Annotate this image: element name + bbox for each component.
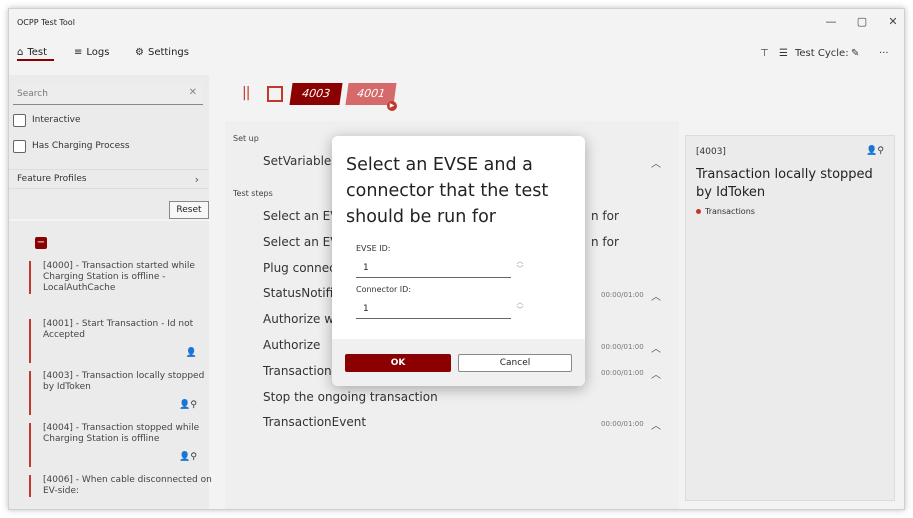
tab-logs[interactable]: ≡ Logs — [74, 47, 109, 58]
list-item[interactable]: [4003] - Transaction locally stopped by … — [29, 371, 215, 415]
close-button[interactable]: ✕ — [883, 15, 903, 28]
chevron-up-icon[interactable]: ︿ — [651, 288, 661, 303]
list-item-text: [4000] - Transaction started while Charg… — [43, 261, 195, 293]
list-item-text: [4006] - When cable disconnected on EV-s… — [43, 475, 212, 496]
test-cycle-label: Test Cycle: — [795, 48, 849, 59]
list-item[interactable]: [4006] - When cable disconnected on EV-s… — [29, 475, 215, 497]
chevron-up-icon[interactable]: ︿ — [651, 155, 661, 170]
chevron-up-icon[interactable]: ︿ — [651, 366, 661, 381]
person-plug-icon: 👤⚲ — [179, 452, 197, 462]
dialog-title: Select an EVSE and a connector that the … — [346, 155, 549, 227]
feature-profiles-row[interactable]: Feature Profiles › — [9, 169, 209, 189]
status-dot — [696, 209, 701, 214]
reset-button[interactable]: Reset — [169, 201, 209, 219]
test-step-suffix: n for — [591, 235, 619, 249]
stop-button[interactable] — [267, 86, 283, 102]
test-step: TransactionE — [263, 364, 340, 378]
list-item[interactable]: [4001] - Start Transaction - Id not Acce… — [29, 319, 215, 363]
checkbox[interactable] — [13, 139, 26, 153]
test-step: Select an EV — [263, 235, 339, 249]
evse-dialog: Select an EVSE and a connector that the … — [332, 136, 585, 386]
chevron-right-icon: › — [194, 172, 199, 186]
app-title: OCPP Test Tool — [17, 18, 75, 27]
test-tag[interactable]: 4003 — [289, 83, 343, 105]
list-item[interactable]: [4000] - Transaction started while Charg… — [29, 261, 215, 294]
category-label: Transactions — [705, 207, 755, 216]
cancel-button[interactable]: Cancel — [458, 354, 572, 372]
home-icon: ⌂ — [17, 47, 24, 58]
test-step: TransactionEvent — [263, 415, 367, 429]
connector-id-field[interactable]: 1 — [356, 299, 511, 319]
test-step: Select an EV — [263, 209, 339, 223]
setup-label: Set up — [233, 134, 259, 143]
title-bar: OCPP Test Tool — ▢ ✕ — [9, 9, 904, 39]
test-title: Transaction locally stopped by IdToken — [696, 167, 873, 200]
test-step: Stop the ongoing transaction — [263, 390, 438, 404]
test-category: Transactions — [696, 207, 755, 216]
step-timer: 00:00/01:00 — [601, 343, 644, 351]
test-step: StatusNotifi — [263, 286, 334, 300]
list-item-text: [4001] - Start Transaction - Id not Acce… — [43, 319, 194, 340]
connector-spinner-icon[interactable]: ︿ ﹀ — [515, 298, 525, 314]
person-plug-icon: 👤⚲ — [866, 146, 884, 156]
filter-icon[interactable]: ⊤ — [760, 48, 769, 59]
chevron-up-icon[interactable]: ︿ — [651, 340, 661, 355]
play-icon[interactable]: ▶ — [387, 101, 397, 111]
filter-label: Has Charging Process — [32, 141, 130, 151]
pause-button[interactable]: || — [242, 85, 251, 101]
test-step: Authorize w — [263, 312, 335, 326]
gear-icon: ⚙ — [135, 47, 144, 58]
tab-settings-label: Settings — [147, 47, 189, 58]
tab-settings[interactable]: ⚙ Settings — [135, 47, 189, 58]
app-window: OCPP Test Tool — ▢ ✕ ⌂ Test ≡ Logs ⚙ Set… — [8, 8, 905, 510]
tab-test-label: Test — [27, 47, 48, 58]
list-item-text: [4003] - Transaction locally stopped by … — [43, 371, 205, 392]
test-step: Authorize — [263, 338, 321, 352]
maximize-button[interactable]: ▢ — [852, 15, 872, 28]
search-input[interactable]: Search ✕ — [13, 83, 203, 105]
nav-bar: ⌂ Test ≡ Logs ⚙ Settings — [9, 41, 904, 65]
evse-id-label: EVSE ID: — [356, 244, 391, 253]
person-icon: 👤 — [185, 348, 197, 358]
ok-button[interactable]: OK — [345, 354, 451, 372]
dialog-footer: OK Cancel — [332, 339, 585, 386]
feature-profiles-label: Feature Profiles — [17, 174, 87, 184]
chevron-up-icon[interactable]: ︿ — [651, 417, 661, 432]
evse-spinner-icon[interactable]: ︿ ﹀ — [515, 257, 525, 273]
step-timer: 00:00/01:00 — [601, 291, 644, 299]
minimize-button[interactable]: — — [821, 15, 841, 28]
checkbox[interactable] — [13, 113, 26, 127]
active-tab-indicator — [17, 59, 54, 61]
list-item-text: [4004] - Transaction stopped while Charg… — [43, 423, 200, 444]
collapse-button[interactable]: − — [35, 237, 47, 249]
test-step: Plug connec — [263, 261, 336, 275]
tab-test[interactable]: ⌂ Test — [17, 47, 47, 58]
test-id: [4003] — [696, 147, 726, 157]
test-cycle-icon: ☰ — [779, 48, 788, 59]
person-plug-icon: 👤⚲ — [179, 400, 197, 410]
search-placeholder: Search — [17, 89, 48, 99]
list-item[interactable]: [4004] - Transaction stopped while Charg… — [29, 423, 215, 467]
setup-step: SetVariables — [263, 154, 338, 168]
filter-interactive[interactable]: Interactive — [13, 111, 80, 129]
test-step-suffix: n for — [591, 209, 619, 223]
list-icon: ≡ — [74, 47, 83, 58]
step-timer: 00:00/01:00 — [601, 420, 644, 428]
step-timer: 00:00/01:00 — [601, 369, 644, 377]
steps-label: Test steps — [233, 189, 273, 198]
filter-label: Interactive — [32, 115, 81, 125]
clear-icon[interactable]: ✕ — [189, 87, 197, 98]
edit-icon[interactable]: ✎ — [851, 48, 859, 59]
test-info-panel: [4003] 👤⚲ Transaction locally stopped by… — [685, 135, 895, 501]
filter-panel: Search ✕ Interactive Has Charging Proces… — [9, 75, 209, 219]
connector-id-label: Connector ID: — [356, 285, 412, 294]
tab-logs-label: Logs — [86, 47, 110, 58]
more-button[interactable]: ··· — [879, 48, 889, 59]
evse-id-field[interactable]: 1 — [356, 258, 511, 278]
filter-has-charging-process[interactable]: Has Charging Process — [13, 137, 130, 155]
